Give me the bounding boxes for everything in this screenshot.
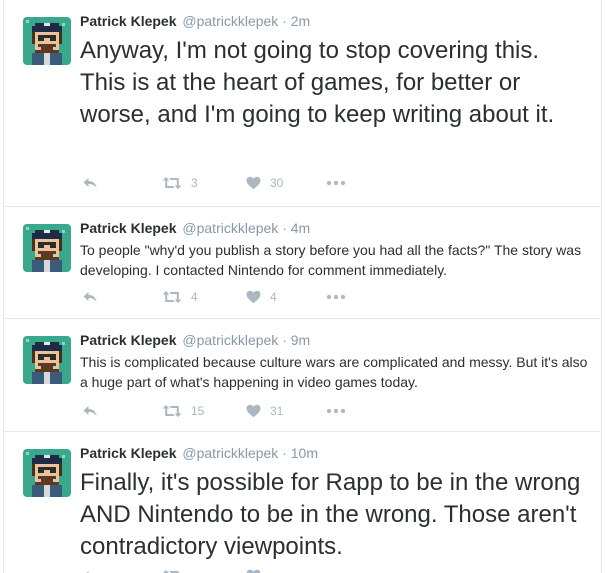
author-name[interactable]: Patrick Klepek bbox=[80, 13, 177, 29]
tweet-header: Patrick Klepek @patrickklepek · 9m bbox=[80, 331, 590, 349]
more-dots-icon bbox=[326, 180, 346, 186]
tweet-text: This is complicated because culture wars… bbox=[80, 354, 588, 390]
more-button[interactable] bbox=[326, 568, 346, 573]
timestamp[interactable]: 10m bbox=[291, 445, 318, 461]
tweet-text: Finally, it's possible for Rapp to be in… bbox=[80, 469, 581, 560]
like-button[interactable]: 30 bbox=[246, 175, 283, 191]
more-dots-icon bbox=[326, 294, 346, 300]
tweet-content: Patrick Klepek @patrickklepek · 9m This … bbox=[80, 331, 590, 392]
separator: · bbox=[282, 13, 287, 29]
timeline: Patrick Klepek @patrickklepek · 2m Anywa… bbox=[0, 0, 605, 573]
author-handle[interactable]: @patrickklepek bbox=[182, 445, 278, 461]
tweet[interactable]: Patrick Klepek @patrickklepek · 9m This … bbox=[4, 319, 600, 432]
tweet-content: Patrick Klepek @patrickklepek · 2m Anywa… bbox=[80, 12, 590, 131]
more-button[interactable] bbox=[326, 289, 346, 305]
separator: · bbox=[282, 332, 287, 348]
avatar[interactable] bbox=[23, 224, 71, 272]
heart-icon bbox=[246, 290, 261, 304]
avatar[interactable] bbox=[23, 336, 71, 384]
author-name[interactable]: Patrick Klepek bbox=[80, 332, 177, 348]
reply-button[interactable] bbox=[82, 289, 98, 305]
heart-icon bbox=[246, 176, 261, 190]
reply-icon bbox=[82, 404, 98, 418]
tweet-header: Patrick Klepek @patrickklepek · 2m bbox=[80, 12, 590, 30]
retweet-button[interactable]: 3 bbox=[162, 175, 198, 191]
author-name[interactable]: Patrick Klepek bbox=[80, 220, 177, 236]
more-button[interactable] bbox=[326, 175, 346, 191]
retweet-icon bbox=[162, 569, 182, 573]
tweet-content: Patrick Klepek @patrickklepek · 4m To pe… bbox=[80, 219, 590, 280]
like-count: 30 bbox=[270, 176, 284, 190]
retweet-icon bbox=[162, 404, 182, 418]
more-button[interactable] bbox=[326, 403, 346, 419]
reply-icon bbox=[82, 569, 98, 573]
tweet-text: To people "why'd you publish a story bef… bbox=[80, 242, 582, 278]
author-handle[interactable]: @patrickklepek bbox=[182, 13, 278, 29]
retweet-count: 4 bbox=[191, 290, 198, 304]
retweet-button[interactable]: 4 bbox=[162, 289, 198, 305]
tweet-content: Patrick Klepek @patrickklepek · 10m Fina… bbox=[80, 444, 590, 563]
reply-icon bbox=[82, 176, 98, 190]
retweet-button[interactable] bbox=[162, 568, 182, 573]
timestamp[interactable]: 2m bbox=[291, 13, 310, 29]
retweet-button[interactable]: 15 bbox=[162, 403, 204, 419]
author-handle[interactable]: @patrickklepek bbox=[182, 332, 278, 348]
heart-icon bbox=[246, 569, 261, 573]
reply-button[interactable] bbox=[82, 568, 98, 573]
like-button[interactable]: 4 bbox=[246, 289, 277, 305]
tweet[interactable]: Patrick Klepek @patrickklepek · 2m Anywa… bbox=[4, 0, 600, 207]
retweet-count: 15 bbox=[191, 404, 205, 418]
tweet-text: Anyway, I'm not going to stop covering t… bbox=[80, 37, 555, 128]
retweet-icon bbox=[162, 176, 182, 190]
separator: · bbox=[282, 445, 287, 461]
reply-button[interactable] bbox=[82, 175, 98, 191]
timestamp[interactable]: 9m bbox=[291, 332, 310, 348]
avatar[interactable] bbox=[23, 449, 71, 497]
author-handle[interactable]: @patrickklepek bbox=[182, 220, 278, 236]
like-button[interactable]: 31 bbox=[246, 403, 283, 419]
like-count: 31 bbox=[270, 404, 284, 418]
retweet-count: 3 bbox=[191, 176, 198, 190]
reply-button[interactable] bbox=[82, 403, 98, 419]
retweet-icon bbox=[162, 290, 182, 304]
tweet-header: Patrick Klepek @patrickklepek · 10m bbox=[80, 444, 590, 462]
heart-icon bbox=[246, 404, 261, 418]
like-count: 4 bbox=[270, 290, 277, 304]
like-button[interactable] bbox=[246, 568, 261, 573]
tweet-header: Patrick Klepek @patrickklepek · 4m bbox=[80, 219, 590, 237]
reply-icon bbox=[82, 290, 98, 304]
author-name[interactable]: Patrick Klepek bbox=[80, 445, 177, 461]
tweet[interactable]: Patrick Klepek @patrickklepek · 4m To pe… bbox=[4, 207, 600, 319]
timestamp[interactable]: 4m bbox=[291, 220, 310, 236]
separator: · bbox=[282, 220, 287, 236]
avatar[interactable] bbox=[23, 17, 71, 65]
more-dots-icon bbox=[326, 408, 346, 414]
tweet[interactable]: Patrick Klepek @patrickklepek · 10m Fina… bbox=[4, 432, 600, 573]
